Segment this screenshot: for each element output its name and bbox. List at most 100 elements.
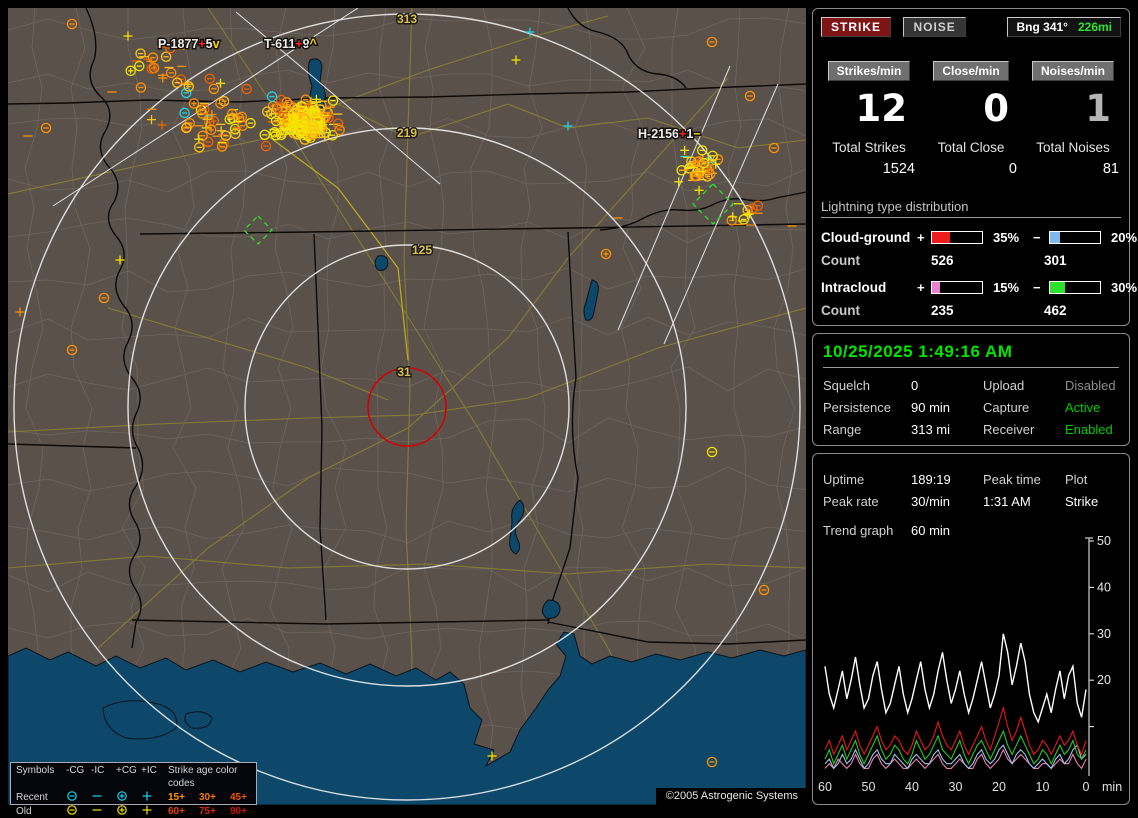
cgp-legend-symbol <box>116 804 141 818</box>
field-label: Receiver <box>983 422 1035 437</box>
bar-outline <box>931 281 983 294</box>
x-tick-label: 30 <box>949 780 963 794</box>
bar-fill <box>1050 232 1060 243</box>
bar-fill <box>932 232 950 243</box>
total-label: Total Strikes <box>832 140 906 155</box>
mode-toolbar: STRIKE NOISE Bng 341° 226mi <box>821 17 1121 37</box>
legend-row-label: Recent <box>16 791 48 803</box>
lightning-map[interactable]: 313 219 125 31 P-1877+5v T-611+9^ H-2156+1− Sy… <box>8 8 806 817</box>
bearing-readout: Bng 341° 226mi <box>1007 17 1121 37</box>
distribution-type-label: Intracloud <box>821 280 887 295</box>
trend-series-cloud-ground <box>824 705 1087 756</box>
field-value: 313 mi <box>911 422 951 437</box>
bar-fill <box>932 282 940 293</box>
icp-legend-symbol <box>141 790 168 804</box>
storm-cell-label: H-2156+1− <box>638 127 701 141</box>
icn-symbol-icon <box>92 795 102 797</box>
field-value: 30/min <box>911 494 951 509</box>
y-tick-label: 50 <box>1097 534 1111 548</box>
datetime-display: 10/25/2025 1:49:16 AM <box>823 342 1119 368</box>
rate-counters: Strikes/min 12 Total Strikes 1524 Close/min 0… <box>821 61 1121 177</box>
rate-value: 12 <box>855 87 908 130</box>
distribution-rows: Cloud-ground +35% −20% Count 526 301 Intraclou… <box>821 230 1137 318</box>
positive-bar <box>931 231 987 244</box>
field-value: 90 min <box>911 400 951 415</box>
legend-row: Old 60+ 75+ 90+ <box>11 804 256 818</box>
negative-bar <box>1049 231 1105 244</box>
strike-button[interactable]: STRIKE <box>821 17 892 37</box>
field-label: Peak time <box>983 472 1041 487</box>
cgp-symbol-icon <box>117 791 127 801</box>
map-canvas[interactable]: 313 219 125 31 P-1877+5v T-611+9^ H-2156+1− <box>8 8 806 805</box>
field-value: Enabled <box>1065 422 1113 437</box>
distribution-type-label: Cloud-ground <box>821 230 911 245</box>
distribution-row: Cloud-ground +35% − 20% <box>821 230 1137 245</box>
minus-sign: − <box>1033 230 1041 245</box>
field-label: Plot <box>1065 472 1088 487</box>
legend-column-header: +IC <box>141 765 157 776</box>
counter-column: Strikes/min 12 Total Strikes 1524 <box>821 61 917 177</box>
noise-button[interactable]: NOISE <box>903 17 966 37</box>
rate-value: 0 <box>983 87 1009 130</box>
field-value: Strike <box>1065 494 1099 509</box>
total-value: 81 <box>1102 161 1119 177</box>
y-tick-label: 40 <box>1097 580 1111 594</box>
count-label: Count <box>821 253 860 268</box>
x-tick-label: 10 <box>1036 780 1050 794</box>
x-axis-unit: min <box>1102 780 1122 794</box>
field-label: Uptime <box>823 472 865 487</box>
icp-symbol-icon <box>142 791 152 801</box>
age-code: 30+ <box>199 791 216 803</box>
negative-percent: 20% <box>1111 230 1138 245</box>
bar-outline <box>1049 281 1101 294</box>
icn-symbol-icon <box>92 809 102 811</box>
positive-percent: 35% <box>993 230 1020 245</box>
storm-cell-label: T-611+9^ <box>264 37 318 51</box>
x-tick-label: 0 <box>1083 780 1090 794</box>
y-tick-label: 30 <box>1097 627 1111 641</box>
bar-outline <box>1049 231 1101 244</box>
app-window: { "header": { "strike_btn": "STRIKE", "n… <box>0 0 1138 817</box>
positive-count: 235 <box>931 303 954 318</box>
counter-header-wrap: Strikes/min <box>821 61 917 81</box>
status-grid: Squelch 0 Upload Disabled Persistence 90 min C… <box>823 378 1119 437</box>
distribution-title: Lightning type distribution <box>821 199 1121 218</box>
age-code: 45+ <box>230 791 247 803</box>
total-label: Total Close <box>937 140 1005 155</box>
cgp-legend-symbol <box>116 790 141 804</box>
counter-header-chip[interactable]: Close/min <box>933 61 1009 81</box>
rate-value: 1 <box>1085 87 1111 130</box>
positive-bar <box>931 281 987 294</box>
cgp-symbol-icon <box>117 805 127 815</box>
legend-row: Recent 15+ 30+ 45+ <box>11 790 256 804</box>
legend-column-header: +CG <box>116 765 137 776</box>
range-ring-label: 313 <box>397 12 417 26</box>
field-value: Disabled <box>1065 378 1116 393</box>
counter-column: Close/min 0 Total Close 0 <box>923 61 1019 177</box>
x-tick-label: 50 <box>862 780 876 794</box>
icn-legend-symbol <box>91 804 116 818</box>
stats-panel: STRIKE NOISE Bng 341° 226mi Strikes/min 12… <box>812 8 1137 326</box>
field-label: Capture <box>983 400 1030 415</box>
field-label: Persistence <box>823 400 891 415</box>
age-code: 75+ <box>199 805 216 817</box>
field-value: Active <box>1065 400 1101 415</box>
field-value: 189:19 <box>911 472 951 487</box>
copyright-text: ©2005 Astrogenic Systems <box>655 788 806 805</box>
x-tick-label: 20 <box>992 780 1006 794</box>
trend-series-total-strikes <box>824 633 1087 724</box>
counter-header-wrap: Noises/min <box>1025 61 1121 81</box>
counter-header-chip[interactable]: Strikes/min <box>827 61 911 81</box>
legend-row-label: Old <box>16 805 32 817</box>
total-label: Total Noises <box>1036 140 1110 155</box>
plus-sign: + <box>917 230 925 245</box>
count-row: Count 526 301 <box>821 253 1121 268</box>
age-code: 60+ <box>168 805 185 817</box>
legend-column-header: -IC <box>91 765 105 776</box>
cgn-legend-symbol <box>66 790 91 804</box>
cgn-symbol-icon <box>67 805 77 815</box>
field-label: Range <box>823 422 862 437</box>
legend-column-header: -CG <box>66 765 85 776</box>
positive-count: 526 <box>931 253 954 268</box>
counter-header-chip[interactable]: Noises/min <box>1031 61 1115 81</box>
